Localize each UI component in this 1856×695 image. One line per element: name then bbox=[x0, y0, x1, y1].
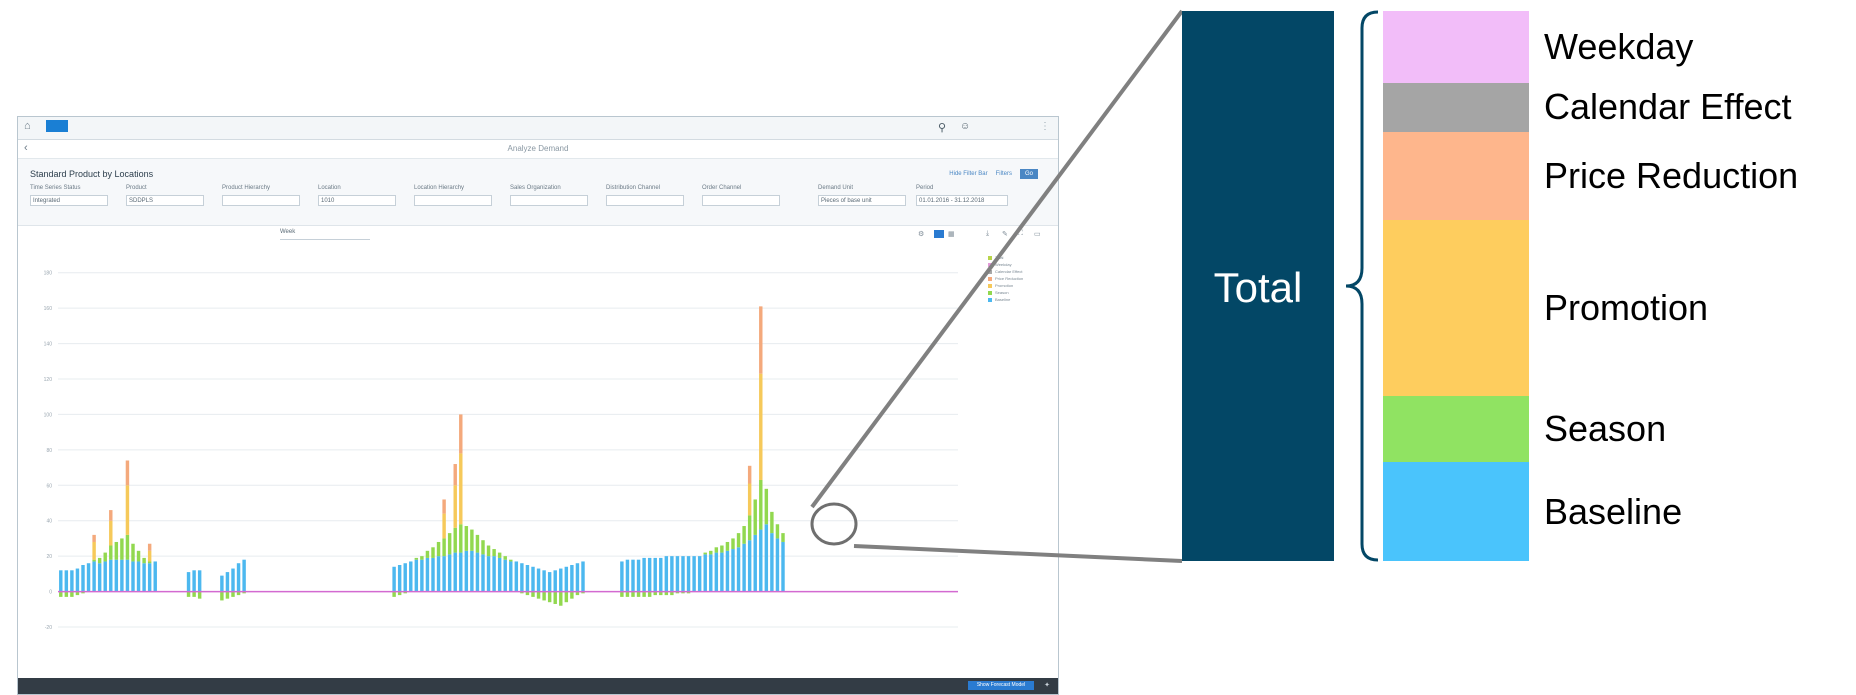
component-baseline bbox=[1383, 462, 1529, 561]
component-label: Weekday bbox=[1544, 25, 1694, 67]
component-season bbox=[1383, 396, 1529, 462]
decomposition-brace bbox=[1345, 10, 1379, 562]
component-label: Price Reduction bbox=[1544, 155, 1799, 196]
component-promotion bbox=[1383, 220, 1529, 396]
component-calendar-effect bbox=[1383, 82, 1529, 132]
component-label: Promotion bbox=[1544, 287, 1709, 328]
component-label: Baseline bbox=[1544, 490, 1683, 532]
zoom-highlight-circle bbox=[810, 502, 858, 546]
component-label: Season bbox=[1544, 408, 1667, 449]
component-weekday bbox=[1383, 11, 1529, 83]
component-price-reduction bbox=[1383, 132, 1529, 220]
total-label: Total bbox=[1213, 264, 1303, 311]
zoom-line-bottom bbox=[853, 544, 1183, 563]
zoom-line-top bbox=[810, 9, 1184, 509]
component-label: Calendar Effect bbox=[1544, 86, 1792, 128]
